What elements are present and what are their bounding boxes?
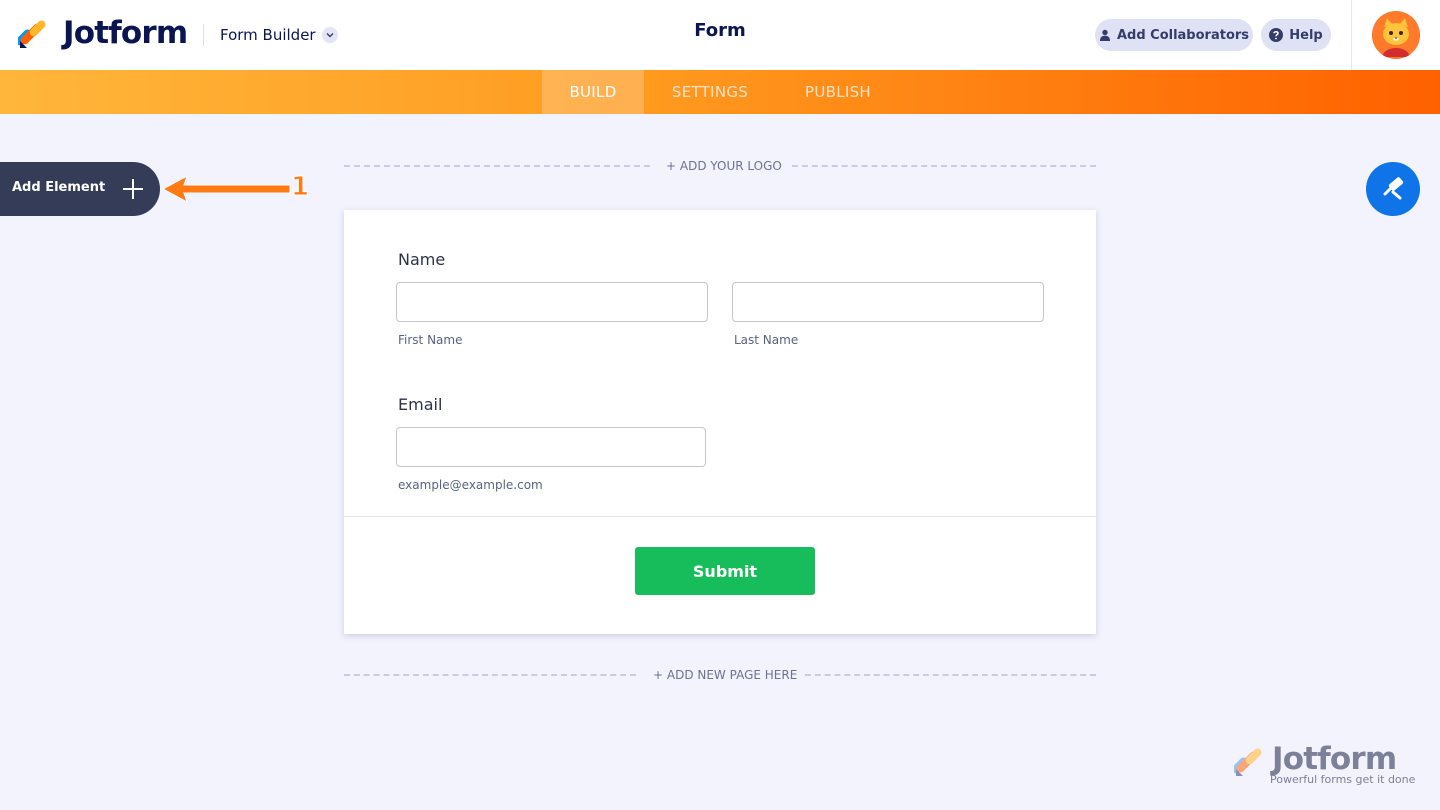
question-circle-icon [1269, 28, 1284, 42]
watermark-brand: Jotform [1272, 741, 1397, 777]
form-builder-dropdown[interactable]: Form Builder [220, 24, 338, 46]
cat-avatar-icon[interactable] [1372, 11, 1420, 59]
form-card: Name First Name Last Name Email example@… [344, 210, 1096, 634]
page-dashed-line-left [344, 674, 636, 676]
top-bar: Jotform Form Builder Form Add Collaborat… [0, 0, 1440, 70]
email-label[interactable]: Email [398, 395, 442, 414]
first-name-input[interactable] [396, 282, 708, 322]
logo-dashed-line-left [344, 165, 650, 167]
email-input[interactable] [396, 427, 706, 467]
jotform-logo-icon[interactable] [18, 17, 50, 49]
paint-roller-icon [1383, 177, 1404, 200]
tab-publish[interactable]: PUBLISH [790, 70, 886, 114]
last-name-input[interactable] [732, 282, 1044, 322]
header-divider [203, 24, 204, 46]
brand-name[interactable]: Jotform [63, 14, 188, 52]
form-divider [344, 516, 1096, 517]
form-designer-button[interactable] [1366, 162, 1420, 216]
logo-dashed-line-right [792, 165, 1096, 167]
email-sublabel: example@example.com [398, 478, 543, 492]
add-collaborators-label: Add Collaborators [1116, 27, 1250, 43]
add-logo-link[interactable]: + ADD YOUR LOGO [666, 159, 782, 173]
annotation-number: 1 [290, 172, 310, 203]
name-label[interactable]: Name [398, 250, 445, 269]
chevron-down-icon [321, 27, 338, 43]
form-builder-label: Form Builder [220, 26, 316, 44]
form-title[interactable]: Form [620, 20, 820, 41]
first-name-sublabel: First Name [398, 333, 463, 347]
last-name-sublabel: Last Name [734, 333, 799, 347]
add-element-label: Add Element [12, 180, 106, 195]
header-divider-right [1351, 0, 1352, 70]
tab-build[interactable]: BUILD [542, 70, 644, 114]
help-button[interactable]: Help [1261, 19, 1331, 51]
form-nav-bar: BUILD SETTINGS PUBLISH [0, 70, 1440, 114]
watermark-tagline: Powerful forms get it done [1270, 773, 1416, 786]
jotform-watermark-logo-icon [1234, 748, 1262, 776]
add-collaborators-button[interactable]: Add Collaborators [1095, 19, 1253, 51]
submit-button[interactable]: Submit [635, 547, 815, 595]
tab-settings[interactable]: SETTINGS [656, 70, 764, 114]
help-label: Help [1289, 27, 1323, 43]
page-dashed-line-right [805, 674, 1096, 676]
add-new-page-link[interactable]: + ADD NEW PAGE HERE [653, 668, 797, 682]
user-icon [1099, 29, 1110, 41]
plus-icon[interactable] [122, 178, 144, 200]
